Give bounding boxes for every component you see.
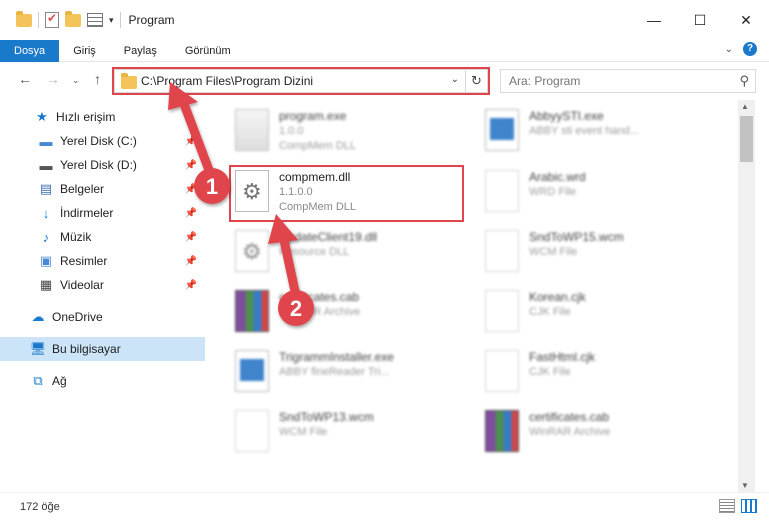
pin-icon[interactable]: 📌	[185, 208, 197, 219]
download-icon: ↓	[42, 205, 50, 221]
star-icon: ★	[36, 109, 48, 124]
status-bar: 172 öğe	[0, 492, 769, 528]
network-icon: ⧉	[33, 373, 43, 388]
drive-icon: ▬	[39, 157, 53, 173]
pin-icon[interactable]: 📌	[185, 280, 197, 291]
file-icon	[485, 350, 519, 392]
item-count: 172 öğe	[20, 501, 60, 513]
minimize-button[interactable]: —	[631, 0, 677, 40]
tab-dosya[interactable]: Dosya	[0, 39, 60, 62]
pin-icon[interactable]: 📌	[185, 256, 197, 267]
list-item[interactable]: AbbyySTI.exe ABBY sti event hand...	[479, 105, 719, 157]
music-icon: ♪	[42, 229, 50, 245]
title-bar: ▾ Program — ☐ ✕	[0, 0, 769, 40]
details-view-icon[interactable]	[719, 499, 735, 513]
list-item[interactable]: certificates.cab WinRAR Archive	[229, 286, 469, 338]
navigation-pane: ★ Hızlı erişim ▬ Yerel Disk (C:) 📌 ▬ Yer…	[0, 100, 205, 492]
exe-file-icon	[235, 350, 269, 392]
new-folder-icon[interactable]	[65, 10, 81, 27]
pin-icon[interactable]: 📌	[185, 184, 197, 195]
sidebar-item-pictures[interactable]: ▣ Resimler 📌	[0, 249, 205, 273]
list-item[interactable]: SndToWP13.wcm WCM File	[229, 406, 469, 458]
back-arrow-icon[interactable]: ←	[18, 71, 32, 87]
properties-check-icon[interactable]	[45, 11, 59, 28]
drive-icon: ▬	[39, 133, 53, 149]
archive-file-icon	[235, 290, 269, 332]
sidebar-item-music[interactable]: ♪ Müzik 📌	[0, 225, 205, 249]
list-item[interactable]: program.exe 1.0.0 CompMem DLL	[229, 105, 469, 157]
large-icons-view-icon[interactable]	[741, 499, 757, 513]
recent-locations-icon[interactable]: ⌄	[72, 75, 80, 86]
file-list: program.exe 1.0.0 CompMem DLL AbbyySTI.e…	[205, 100, 738, 492]
exe-file-icon	[235, 109, 269, 151]
pin-icon[interactable]: 📌	[185, 136, 197, 147]
tab-paylas[interactable]: Paylaş	[110, 40, 171, 62]
sidebar-item-videos[interactable]: ▦ Videolar 📌	[0, 273, 205, 297]
qa-dropdown-icon[interactable]: ▾	[109, 15, 114, 26]
up-arrow-icon[interactable]: ↑	[94, 71, 101, 87]
list-item[interactable]: TrigrammInstaller.exe ABBY fineReader Tr…	[229, 346, 469, 398]
quick-access-toolbar: ▾	[0, 10, 121, 28]
scrollbar-thumb[interactable]	[740, 116, 753, 162]
folder-icon[interactable]	[16, 10, 32, 27]
pin-icon[interactable]: 📌	[185, 232, 197, 243]
file-icon	[485, 290, 519, 332]
window-title: Program	[128, 13, 175, 27]
list-item[interactable]: SndToWP15.wcm WCM File	[479, 226, 719, 278]
search-icon[interactable]: ⚲	[739, 73, 749, 89]
dll-file-icon	[235, 230, 269, 272]
sidebar-item-this-pc[interactable]: 🖥 Bu bilgisayar	[0, 337, 205, 361]
file-icon	[485, 230, 519, 272]
close-button[interactable]: ✕	[723, 0, 769, 40]
address-row: ← → ⌄ ↑ C:\Program Files\Program Dizini …	[0, 63, 769, 97]
exe-file-icon	[485, 109, 519, 151]
list-item[interactable]: Korean.cjk CJK File	[479, 286, 719, 338]
sidebar-item-downloads[interactable]: ↓ İndirmeler 📌	[0, 201, 205, 225]
ribbon-tabs: Dosya Giriş Paylaş Görünüm ⌄ ?	[0, 39, 769, 62]
list-item[interactable]: UpdateClient19.dll Resource DLL	[229, 226, 469, 278]
file-icon	[235, 410, 269, 452]
video-icon: ▦	[39, 277, 53, 292]
cloud-icon: ☁	[31, 309, 45, 324]
computer-icon: 🖥	[29, 341, 47, 356]
archive-file-icon	[485, 410, 519, 452]
sidebar-item-network[interactable]: ⧉ Ağ	[0, 369, 205, 393]
sidebar-item-onedrive[interactable]: ☁ OneDrive	[0, 305, 205, 329]
expand-ribbon-icon[interactable]: ⌄	[725, 44, 733, 55]
forward-arrow-icon[interactable]: →	[46, 71, 60, 87]
file-icon	[485, 170, 519, 212]
help-icon[interactable]: ?	[743, 42, 757, 56]
search-box[interactable]: ⚲	[500, 69, 756, 93]
tab-gorunum[interactable]: Görünüm	[171, 40, 245, 62]
list-item[interactable]: certificates.cab WinRAR Archive	[479, 406, 719, 458]
list-item[interactable]: Arabic.wrd WRD File	[479, 166, 719, 218]
list-item[interactable]: FastHtml.cjk CJK File	[479, 346, 719, 398]
sidebar-item-documents[interactable]: ▤ Belgeler 📌	[0, 177, 205, 201]
file-highlight-box	[229, 165, 464, 222]
address-highlight-box	[112, 67, 490, 95]
sidebar-item-quick-access[interactable]: ★ Hızlı erişim	[0, 105, 205, 129]
vertical-scrollbar[interactable]: ▲ ▼	[738, 100, 755, 492]
documents-icon: ▤	[39, 181, 53, 196]
view-options-icon[interactable]	[87, 13, 103, 27]
scroll-up-icon[interactable]: ▲	[741, 102, 749, 111]
separator	[38, 12, 39, 28]
sidebar-item-disk-c[interactable]: ▬ Yerel Disk (C:) 📌	[0, 129, 205, 153]
scroll-down-icon[interactable]: ▼	[741, 481, 749, 490]
separator	[119, 12, 121, 28]
pin-icon[interactable]: 📌	[185, 160, 197, 171]
sidebar-item-disk-d[interactable]: ▬ Yerel Disk (D:) 📌	[0, 153, 205, 177]
pictures-icon: ▣	[39, 253, 53, 268]
maximize-button[interactable]: ☐	[677, 0, 723, 40]
search-input[interactable]	[509, 71, 709, 91]
tab-giris[interactable]: Giriş	[59, 40, 110, 62]
